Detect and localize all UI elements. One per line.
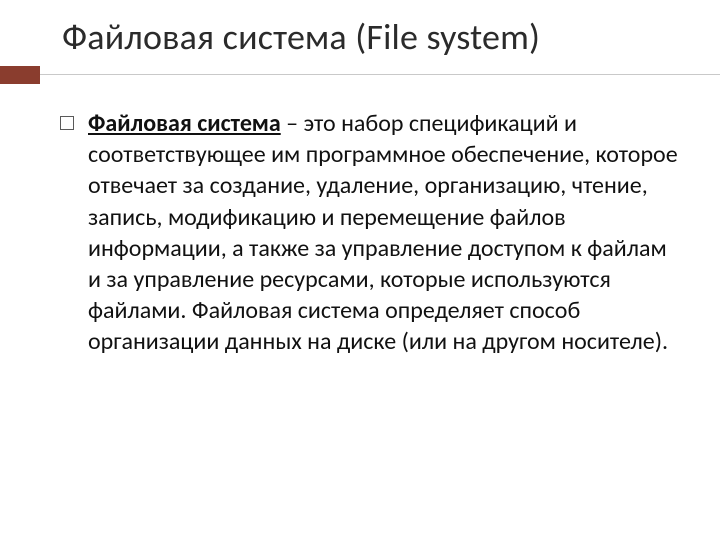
title-container: Файловая система (File system) (36, 18, 684, 58)
slide: Файловая система (File system) Файловая … (0, 0, 720, 540)
bullet-text: Файловая система – это набор спецификаци… (88, 108, 680, 358)
definition-body: – это набор спецификаций и соответствующ… (88, 109, 678, 356)
square-bullet-icon (60, 116, 74, 130)
list-item: Файловая система – это набор спецификаци… (60, 108, 680, 358)
title-divider (40, 74, 720, 75)
content-area: Файловая система – это набор спецификаци… (60, 108, 680, 358)
slide-title: Файловая система (File system) (62, 18, 684, 58)
accent-bar (0, 66, 40, 84)
definition-term: Файловая система (88, 109, 281, 138)
